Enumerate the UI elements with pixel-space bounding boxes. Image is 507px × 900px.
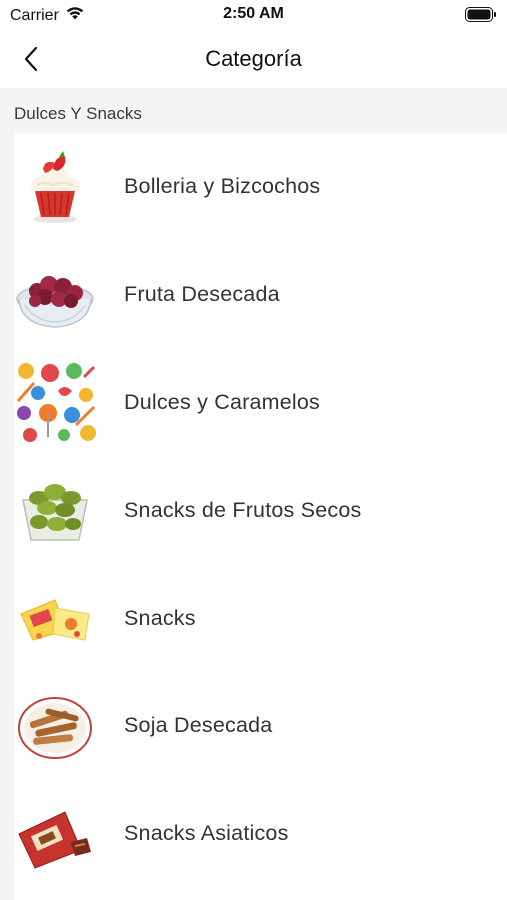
battery-icon: [465, 7, 497, 22]
section-header: Dulces Y Snacks: [14, 104, 142, 123]
category-list: Bolleria y Bizcochos Fruta Desecada Dulc…: [14, 133, 507, 900]
asian-snack-pack-icon: [14, 793, 96, 875]
category-label: Snacks: [124, 605, 196, 630]
cupcake-icon: [14, 146, 96, 228]
navigation-bar: Categoría: [0, 30, 507, 88]
list-item[interactable]: Snacks de Frutos Secos: [14, 456, 507, 564]
category-label: Soja Desecada: [124, 713, 273, 738]
dried-soy-plate-icon: [14, 685, 96, 767]
category-label: Dulces y Caramelos: [124, 389, 320, 414]
dried-fruit-bowl-icon: [14, 254, 96, 336]
status-bar: Carrier 2:50 AM: [0, 0, 507, 30]
category-label: Snacks de Frutos Secos: [124, 497, 362, 522]
candy-icon: [14, 361, 96, 444]
list-item[interactable]: Dulces y Caramelos: [14, 349, 507, 457]
list-item[interactable]: Snacks: [14, 564, 507, 672]
nuts-basket-icon: [14, 469, 96, 551]
list-item[interactable]: Fruta Desecada: [14, 241, 507, 349]
list-item[interactable]: Bolleria y Bizcochos: [14, 133, 507, 241]
list-item[interactable]: Snacks Asiaticos: [14, 780, 507, 888]
status-time: 2:50 AM: [223, 5, 284, 22]
category-label: Bolleria y Bizcochos: [124, 174, 321, 199]
snack-bags-icon: [14, 577, 96, 659]
page-title: Categoría: [205, 46, 302, 71]
list-item[interactable]: Soja Desecada: [14, 672, 507, 780]
category-label: Fruta Desecada: [124, 282, 280, 307]
category-label: Snacks Asiaticos: [124, 821, 289, 846]
